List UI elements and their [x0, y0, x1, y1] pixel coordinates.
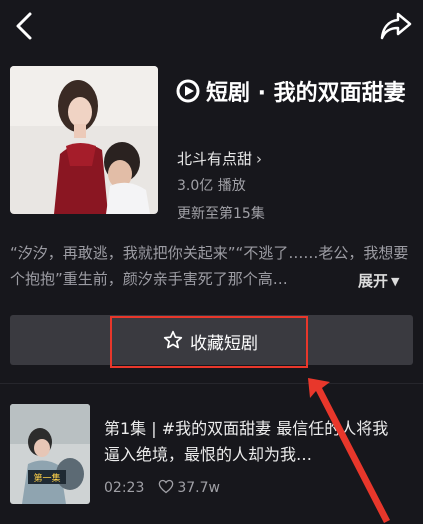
update-status: 更新至第15集: [177, 206, 265, 222]
chevron-left-icon: [16, 12, 32, 40]
top-bar: [0, 0, 423, 52]
episode-thumbnail[interactable]: 第一集: [10, 404, 90, 504]
episode-thumb-caption: 第一集: [33, 472, 60, 484]
heart-icon: [158, 479, 174, 498]
drama-description: “汐汐，再敢逃，我就把你关起来”“不逃了……老公，我想要个抱抱”重生前，颜汐亲手…: [10, 244, 409, 288]
triangle-down-icon: ▼: [391, 275, 400, 288]
drama-title-block: 短剧 · 我的双面甜妻: [176, 78, 416, 113]
like-count-group[interactable]: 37.7w: [158, 479, 220, 498]
divider: [0, 383, 423, 384]
back-button[interactable]: [10, 8, 40, 44]
author-link[interactable]: 北斗有点甜 ›: [177, 148, 262, 169]
expand-label: 展开: [358, 272, 389, 290]
share-arrow-icon: [380, 12, 412, 40]
drama-title: 短剧 · 我的双面甜妻: [176, 78, 416, 113]
episode-title[interactable]: 第1集 | #我的双面甜妻 最信任的人将我逼入绝境，最恨的人却为我…: [104, 416, 404, 468]
chevron-right-icon: ›: [256, 150, 263, 168]
short-drama-logo-icon: [176, 79, 200, 113]
drama-title-text: 短剧 · 我的双面甜妻: [206, 81, 406, 106]
drama-cover-image[interactable]: [10, 66, 158, 214]
episode-meta: 02:23 37.7w: [104, 479, 220, 498]
highlight-box: [110, 316, 308, 368]
like-count: 37.7w: [177, 480, 220, 496]
expand-button[interactable]: 展开 ▼: [358, 270, 399, 291]
play-count: 3.0亿 播放: [177, 178, 246, 194]
author-name: 北斗有点甜: [177, 150, 253, 168]
episode-art: 第一集: [10, 404, 90, 504]
cover-art: [10, 66, 158, 214]
share-button[interactable]: [378, 8, 414, 44]
episode-duration: 02:23: [104, 480, 145, 496]
